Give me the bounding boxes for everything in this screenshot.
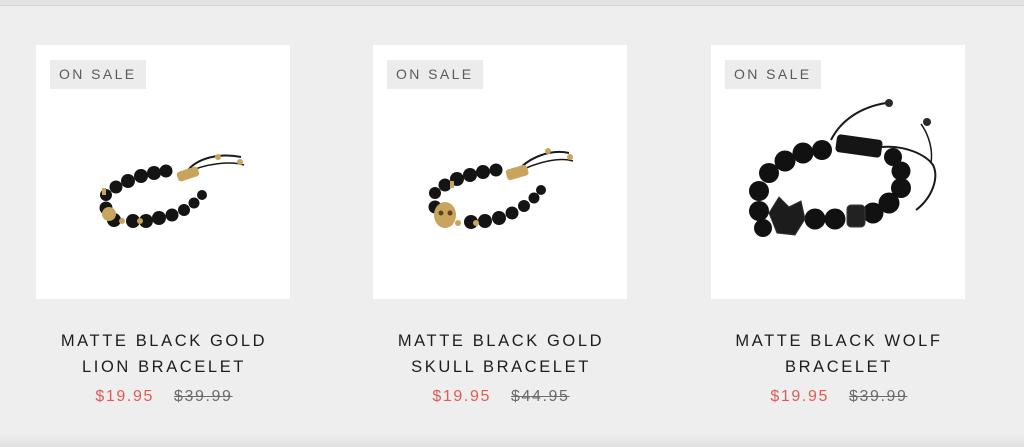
price-row: $19.95 $39.99 [36, 388, 292, 406]
product-title-lion[interactable]: MATTE BLACK GOLD LION BRACELET [36, 328, 292, 380]
sale-price: $19.95 [432, 388, 491, 405]
product-image-wolf-bracelet[interactable]: ON SALE [711, 45, 965, 299]
title-line-1: MATTE BLACK GOLD [60, 332, 268, 350]
on-sale-badge: ON SALE [725, 60, 821, 89]
title-line-2: LION BRACELET [81, 358, 246, 376]
title-line-2: BRACELET [785, 358, 893, 376]
product-title-wolf[interactable]: MATTE BLACK WOLF BRACELET [711, 328, 967, 380]
original-price: $44.95 [511, 388, 570, 405]
product-card-skull[interactable]: ON SALE MATTE BLACK GOLD SKULL BRACELET … [373, 45, 629, 406]
on-sale-badge: ON SALE [387, 60, 483, 89]
original-price: $39.99 [174, 388, 233, 405]
sale-price: $19.95 [95, 388, 154, 405]
product-image-lion-bracelet[interactable]: ON SALE [36, 45, 290, 299]
product-title-skull[interactable]: MATTE BLACK GOLD SKULL BRACELET [373, 328, 629, 380]
sale-price: $19.95 [770, 388, 829, 405]
on-sale-badge: ON SALE [50, 60, 146, 89]
original-price: $39.99 [849, 388, 908, 405]
product-image-skull-bracelet[interactable]: ON SALE [373, 45, 627, 299]
title-line-1: MATTE BLACK GOLD [397, 332, 605, 350]
title-line-2: SKULL BRACELET [411, 358, 591, 376]
product-grid: ON SALE MATTE BLACK GOLD LION BRACELET $… [0, 0, 1024, 447]
price-row: $19.95 $39.99 [711, 388, 967, 406]
title-line-1: MATTE BLACK WOLF [735, 332, 943, 350]
product-card-lion[interactable]: ON SALE MATTE BLACK GOLD LION BRACELET $… [36, 45, 292, 406]
price-row: $19.95 $44.95 [373, 388, 629, 406]
bottom-edge-shadow [0, 433, 1024, 447]
product-card-wolf[interactable]: ON SALE MATTE BLACK WOLF BRACELET $19.95… [711, 45, 967, 406]
